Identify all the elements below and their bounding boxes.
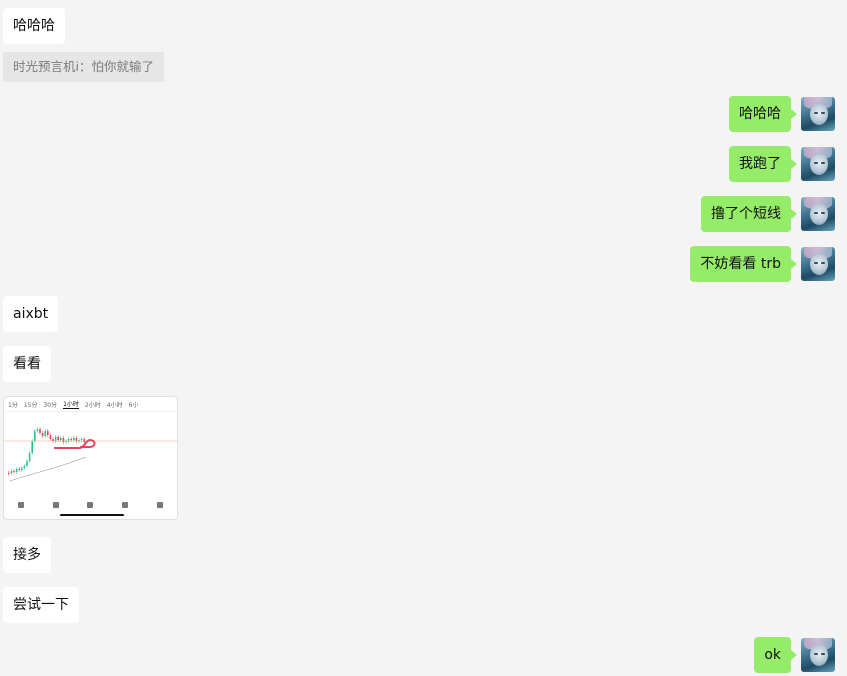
timeframe-tab: 2小时 xyxy=(84,401,101,409)
message-row: 我跑了 xyxy=(0,146,847,182)
message-row: 尝试一下 xyxy=(0,587,847,623)
timeframe-tab: 6小 xyxy=(128,401,139,409)
candle-body xyxy=(28,453,31,461)
message-row: 哈哈哈 xyxy=(0,96,847,132)
candle-body xyxy=(67,439,70,441)
candle-body xyxy=(41,433,44,436)
candle-body xyxy=(54,437,57,441)
timeframe-tab: 4小时 xyxy=(106,401,123,409)
incoming-message[interactable]: 哈哈哈 xyxy=(3,8,65,44)
timeframe-tab: 1分 xyxy=(8,401,18,409)
avatar[interactable] xyxy=(801,97,835,131)
avatar[interactable] xyxy=(801,247,835,281)
candle-body xyxy=(10,471,13,473)
candle-body xyxy=(80,439,83,440)
message-row: ok xyxy=(0,637,847,673)
futures-icon xyxy=(122,502,129,508)
outgoing-message[interactable]: 撸了个短线 xyxy=(701,196,797,232)
outgoing-message[interactable]: 我跑了 xyxy=(729,146,797,182)
candle-body xyxy=(57,437,59,440)
avatar[interactable] xyxy=(801,147,835,181)
candle-body xyxy=(34,431,36,441)
outgoing-message[interactable]: 哈哈哈 xyxy=(729,96,797,132)
timeframe-tab: 30分 xyxy=(43,401,58,409)
message-row: 哈哈哈 xyxy=(0,8,847,44)
avatar[interactable] xyxy=(801,638,835,672)
candle-body xyxy=(13,471,15,472)
candle-body xyxy=(23,466,26,468)
nav-item xyxy=(122,502,129,509)
incoming-message[interactable]: 接多 xyxy=(3,537,51,573)
candle-body xyxy=(39,429,41,433)
candle-body xyxy=(8,473,10,474)
message-row: 1分 15分 30分 1小时 2小时 4小时 6小 xyxy=(0,396,847,520)
nav-item xyxy=(52,502,59,509)
message-row: aixbt xyxy=(0,296,847,332)
candle-body xyxy=(83,439,85,442)
image-message[interactable]: 1分 15分 30分 1小时 2小时 4小时 6小 xyxy=(3,396,178,520)
candle-body xyxy=(36,429,39,431)
quote-row: 时光预言机i：怕你就输了 xyxy=(0,52,847,82)
candle-body xyxy=(62,438,65,442)
market-icon xyxy=(52,502,59,508)
timeframe-tab: 15分 xyxy=(23,401,38,409)
candle-body xyxy=(15,469,18,472)
candle-body xyxy=(21,468,23,470)
candle-body xyxy=(60,438,62,440)
message-row: 撸了个短线 xyxy=(0,196,847,232)
candle-body xyxy=(73,438,75,440)
candle-body xyxy=(70,439,72,440)
incoming-message[interactable]: 尝试一下 xyxy=(3,587,79,623)
incoming-message[interactable]: aixbt xyxy=(3,296,59,332)
incoming-message[interactable]: 看看 xyxy=(3,346,51,382)
nav-item xyxy=(18,502,25,509)
avatar[interactable] xyxy=(801,197,835,231)
nav-item xyxy=(156,502,163,509)
candle-body xyxy=(44,431,46,436)
trade-icon xyxy=(87,502,94,508)
assets-icon xyxy=(156,502,163,508)
candlestick-chart-thumbnail xyxy=(4,427,177,482)
candle-body xyxy=(75,438,78,441)
outgoing-message[interactable]: 不妨看看 trb xyxy=(690,246,797,282)
candle-body xyxy=(31,441,33,453)
candle-body xyxy=(49,435,52,439)
chat-window: 哈哈哈 时光预言机i：怕你就输了 哈哈哈 我跑了 撸了个短线 不妨看看 trb … xyxy=(0,0,847,676)
home-indicator xyxy=(60,514,124,516)
quoted-message[interactable]: 时光预言机i：怕你就输了 xyxy=(3,52,164,82)
nav-item xyxy=(87,502,94,509)
timeframe-tab: 1小时 xyxy=(63,401,79,409)
candle-body xyxy=(18,469,20,470)
home-icon xyxy=(18,502,25,508)
candle-body xyxy=(52,439,54,441)
candle-body xyxy=(26,461,28,466)
message-row: 接多 xyxy=(0,537,847,573)
outgoing-message[interactable]: ok xyxy=(754,637,797,673)
message-row: 看看 xyxy=(0,346,847,382)
candle-body xyxy=(47,431,49,435)
message-row: 不妨看看 trb xyxy=(0,246,847,282)
timeframe-bar: 1分 15分 30分 1小时 2小时 4小时 6小 xyxy=(4,397,177,412)
app-bottom-nav xyxy=(4,502,177,509)
